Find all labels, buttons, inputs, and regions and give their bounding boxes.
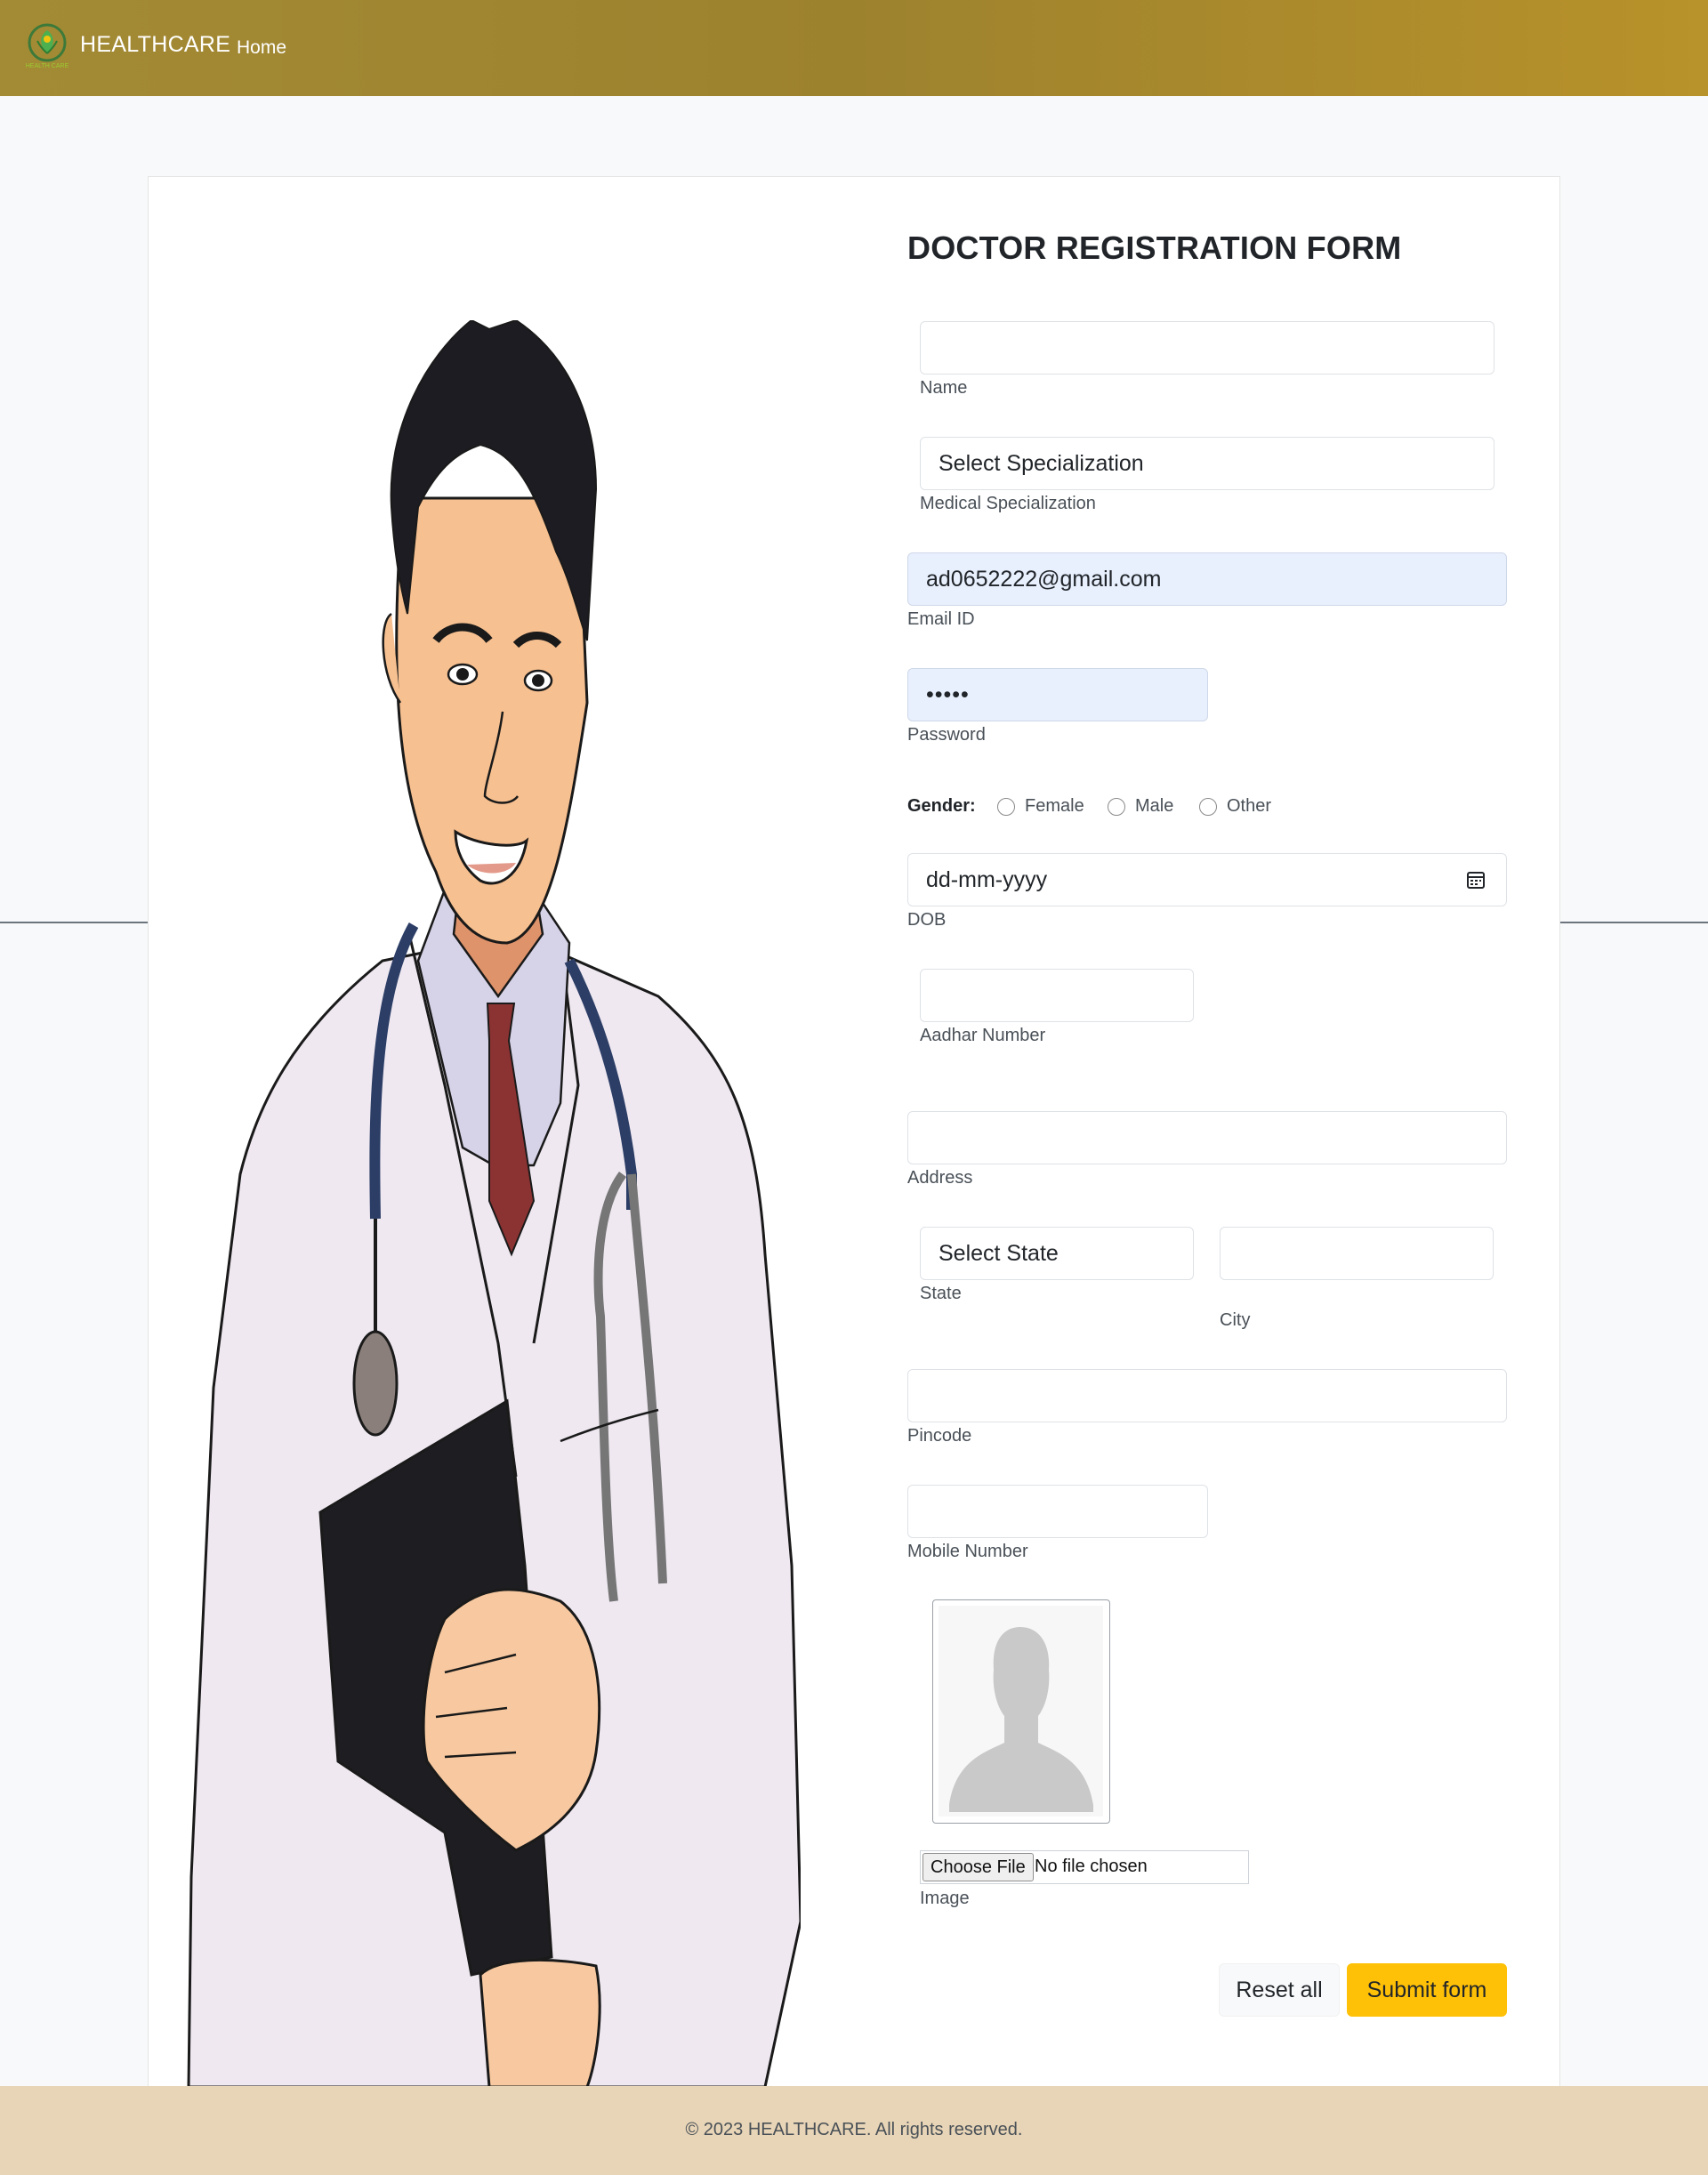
dob-label: DOB	[907, 910, 947, 930]
mobile-label: Mobile Number	[907, 1542, 1028, 1561]
specialization-select[interactable]: Select Specialization	[920, 437, 1494, 490]
gender-female-label[interactable]: Female	[1025, 796, 1084, 817]
city-input[interactable]	[1220, 1227, 1494, 1280]
address-input[interactable]	[907, 1111, 1507, 1164]
pincode-label: Pincode	[907, 1426, 972, 1446]
email-input[interactable]: ad0652222@gmail.com	[907, 552, 1507, 606]
gender-label: Gender:	[907, 796, 976, 816]
specialization-label: Medical Specialization	[920, 494, 1096, 513]
password-value: •••••	[926, 682, 970, 707]
nav-home-link[interactable]: Home	[237, 37, 286, 59]
footer-copyright: © 2023 HEALTHCARE. All rights reserved.	[685, 2120, 1023, 2139]
gender-other-radio[interactable]	[1199, 798, 1217, 816]
aadhar-label: Aadhar Number	[920, 1026, 1046, 1045]
brand-name[interactable]: HEALTHCARE	[80, 32, 230, 58]
password-input[interactable]: •••••	[907, 668, 1208, 721]
email-label: Email ID	[907, 609, 975, 629]
dob-placeholder: dd-mm-yyyy	[926, 867, 1048, 892]
state-value: Select State	[939, 1241, 1059, 1266]
pincode-input[interactable]	[907, 1369, 1507, 1422]
doctor-illustration	[187, 320, 801, 2087]
password-label: Password	[907, 725, 986, 745]
avatar-placeholder-icon	[939, 1606, 1103, 1817]
page-footer: © 2023 HEALTHCARE. All rights reserved.	[0, 2086, 1708, 2175]
profile-photo-preview	[932, 1599, 1110, 1824]
email-value: ad0652222@gmail.com	[926, 567, 1162, 592]
address-label: Address	[907, 1168, 973, 1188]
gender-other-label[interactable]: Other	[1227, 796, 1271, 817]
submit-button[interactable]: Submit form	[1347, 1963, 1507, 2017]
mobile-input[interactable]	[907, 1485, 1208, 1538]
city-label: City	[1220, 1310, 1251, 1330]
form-title: DOCTOR REGISTRATION FORM	[907, 230, 1402, 266]
logo-text: HEALTH CARE	[26, 63, 69, 69]
image-file-input[interactable]: Choose File No file chosen	[920, 1850, 1249, 1884]
gender-male-label[interactable]: Male	[1135, 796, 1173, 817]
image-label: Image	[920, 1889, 970, 1908]
healthcare-logo-icon[interactable]: HEALTH CARE	[21, 21, 73, 69]
file-status-text: No file chosen	[1035, 1857, 1148, 1876]
gender-male-radio[interactable]	[1108, 798, 1125, 816]
specialization-value: Select Specialization	[939, 451, 1144, 476]
name-input[interactable]	[920, 321, 1494, 375]
aadhar-input[interactable]	[920, 969, 1194, 1022]
state-label: State	[920, 1284, 962, 1303]
calendar-icon[interactable]	[1465, 869, 1486, 890]
reset-button[interactable]: Reset all	[1219, 1963, 1340, 2017]
name-label: Name	[920, 378, 968, 398]
gender-female-radio[interactable]	[997, 798, 1015, 816]
top-navbar: HEALTH CARE HEALTHCARE Home	[0, 0, 1708, 96]
dob-input[interactable]: dd-mm-yyyy	[907, 853, 1507, 906]
state-select[interactable]: Select State	[920, 1227, 1194, 1280]
choose-file-button[interactable]: Choose File	[922, 1853, 1034, 1881]
